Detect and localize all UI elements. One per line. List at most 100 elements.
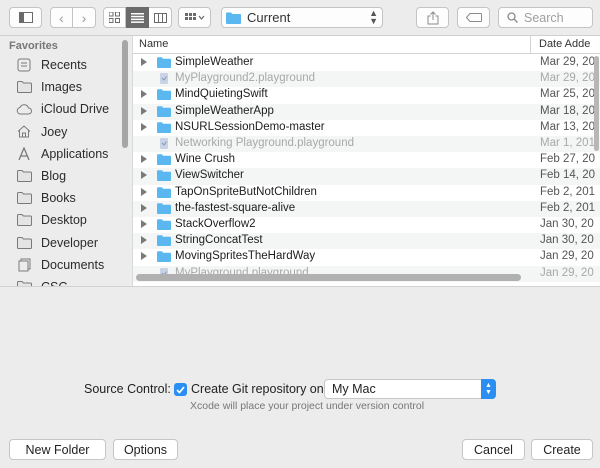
tags-button[interactable] xyxy=(457,7,490,28)
sidebar-item[interactable]: Images xyxy=(0,76,132,98)
source-control-hint: Xcode will place your project under vers… xyxy=(190,400,425,412)
sidebar-toggle-button[interactable] xyxy=(9,7,42,28)
share-icon xyxy=(427,10,438,24)
create-button[interactable]: Create xyxy=(531,439,593,460)
sidebar-item[interactable]: Recents xyxy=(0,54,132,76)
home-icon xyxy=(16,125,32,139)
list-horizontal-scrollbar[interactable] xyxy=(136,274,521,281)
sidebar-item-label: Desktop xyxy=(41,213,87,228)
file-row[interactable]: the-fastest-square-alive Feb 2, 201 xyxy=(133,200,600,217)
disclosure-triangle-icon[interactable] xyxy=(141,187,147,196)
location-popup[interactable]: Current ▲ ▼ xyxy=(221,7,383,28)
cancel-button[interactable]: Cancel xyxy=(462,439,525,460)
search-field[interactable]: Search xyxy=(498,7,593,28)
sidebar-item[interactable]: Documents xyxy=(0,254,132,276)
group-by-button[interactable] xyxy=(178,7,211,28)
file-row[interactable]: NSURLSessionDemo-master Mar 13, 20 xyxy=(133,120,600,136)
sidebar-item[interactable]: Joey xyxy=(0,121,132,143)
file-row[interactable]: ViewSwitcher Feb 14, 20 xyxy=(133,168,600,185)
playground-file-icon xyxy=(160,138,168,149)
disclosure-triangle-icon[interactable] xyxy=(141,58,147,66)
file-date-added: Jan 29, 20 xyxy=(540,266,594,279)
disclosure-triangle-icon[interactable] xyxy=(141,220,147,228)
sidebar-item[interactable]: Blog xyxy=(0,165,132,187)
sidebar-scrollbar[interactable] xyxy=(122,40,128,148)
file-row[interactable]: TapOnSpriteButNotChildren Feb 2, 201 xyxy=(133,185,600,201)
disclosure-triangle-icon[interactable] xyxy=(141,122,147,131)
disclosure-triangle-icon[interactable] xyxy=(141,252,147,261)
file-name: TapOnSpriteButNotChildren xyxy=(175,185,317,198)
sidebar-item[interactable]: Books xyxy=(0,187,132,209)
disclosure-triangle-icon[interactable] xyxy=(141,236,147,245)
file-row[interactable]: StringConcatTest Jan 30, 20 xyxy=(133,233,600,250)
view-mode-control xyxy=(103,7,172,28)
column-view-button[interactable] xyxy=(149,7,172,28)
file-name: NSURLSessionDemo-master xyxy=(175,120,325,133)
playground-file-icon xyxy=(160,73,168,85)
disclosure-triangle-icon[interactable] xyxy=(141,106,147,115)
git-location-popup[interactable]: My Mac ▲ ▼ xyxy=(324,379,496,399)
forward-button[interactable]: › xyxy=(73,7,96,28)
column-divider xyxy=(530,36,531,54)
folder-icon xyxy=(157,122,171,133)
disclosure-triangle-icon[interactable] xyxy=(141,90,147,99)
file-row[interactable]: StackOverflow2 Jan 30, 20 xyxy=(133,217,600,233)
file-date-added: Feb 2, 201 xyxy=(540,201,595,214)
applications-icon xyxy=(16,146,32,161)
git-location-value: My Mac xyxy=(332,382,376,396)
file-row[interactable]: MovingSpritesTheHardWay Jan 29, 20 xyxy=(133,249,600,265)
folder-icon xyxy=(16,80,32,94)
sidebar: Favorites Recents Images iCloud Drive Joey A… xyxy=(0,36,132,286)
sidebar-item[interactable]: iCloud Drive xyxy=(0,98,132,120)
file-row[interactable]: MyPlayground2.playground Mar 29, 20 xyxy=(133,71,600,88)
file-name: Networking Playground.playground xyxy=(175,137,354,149)
chevron-right-icon: › xyxy=(81,9,87,26)
file-date-added: Jan 29, 20 xyxy=(540,250,594,263)
column-header-name[interactable]: Name xyxy=(139,38,168,50)
sidebar-item[interactable]: CSC xyxy=(0,276,132,286)
sidebar-item-label: Applications xyxy=(41,146,109,161)
file-name: SimpleWeatherApp xyxy=(175,104,274,117)
icon-view-button[interactable] xyxy=(103,7,126,28)
list-vertical-scrollbar[interactable] xyxy=(594,56,599,151)
sidebar-item-label: Books xyxy=(41,191,76,206)
sidebar-item[interactable]: Applications xyxy=(0,143,132,165)
disclosure-triangle-icon[interactable] xyxy=(141,203,147,212)
file-name: MyPlayground2.playground xyxy=(175,72,316,85)
file-date-added: Mar 13, 20 xyxy=(540,120,595,133)
file-row[interactable]: Wine Crush Feb 27, 20 xyxy=(133,152,600,168)
file-date-added: Feb 2, 201 xyxy=(540,185,595,198)
folder-icon xyxy=(16,236,32,250)
file-date-added: Feb 27, 20 xyxy=(540,153,595,166)
options-button[interactable]: Options xyxy=(113,439,178,460)
file-date-added: Jan 30, 20 xyxy=(540,234,594,247)
sidebar-item-label: Blog xyxy=(41,169,67,183)
file-row[interactable]: Networking Playground.playground Mar 1, 2… xyxy=(133,136,600,153)
grid-options-icon xyxy=(184,12,204,20)
source-control-label: Source Control: xyxy=(84,382,171,396)
file-date-added: Mar 1, 201 xyxy=(540,137,595,149)
share-button[interactable] xyxy=(416,7,449,28)
sidebar-item[interactable]: Desktop xyxy=(0,209,132,231)
checkmark-icon xyxy=(176,385,185,394)
new-folder-button[interactable]: New Folder xyxy=(9,439,106,460)
location-label: Current xyxy=(247,10,291,25)
column-header-date-added[interactable]: Date Adde xyxy=(539,38,590,50)
sidebar-item-label: iCloud Drive xyxy=(41,102,110,117)
list-view-button[interactable] xyxy=(126,7,149,28)
file-date-added: Jan 30, 20 xyxy=(540,218,594,230)
sidebar-heading: Favorites xyxy=(9,40,58,52)
sidebar-item-label: Images xyxy=(41,80,82,95)
file-row[interactable]: SimpleWeather Mar 29, 20 xyxy=(133,55,600,71)
disclosure-triangle-icon[interactable] xyxy=(141,155,147,164)
git-repository-checkbox[interactable] xyxy=(174,383,187,396)
file-row[interactable]: MindQuietingSwift Mar 25, 20 xyxy=(133,87,600,103)
disclosure-triangle-icon[interactable] xyxy=(141,171,147,180)
file-date-added: Mar 25, 20 xyxy=(540,88,595,101)
search-placeholder: Search xyxy=(524,10,564,25)
back-button[interactable]: ‹ xyxy=(50,7,73,28)
file-row[interactable]: SimpleWeatherApp Mar 18, 20 xyxy=(133,103,600,120)
sidebar-item[interactable]: Developer xyxy=(0,232,132,254)
git-repository-label[interactable]: Create Git repository on xyxy=(191,382,324,396)
file-date-added: Mar 29, 20 xyxy=(540,56,595,68)
